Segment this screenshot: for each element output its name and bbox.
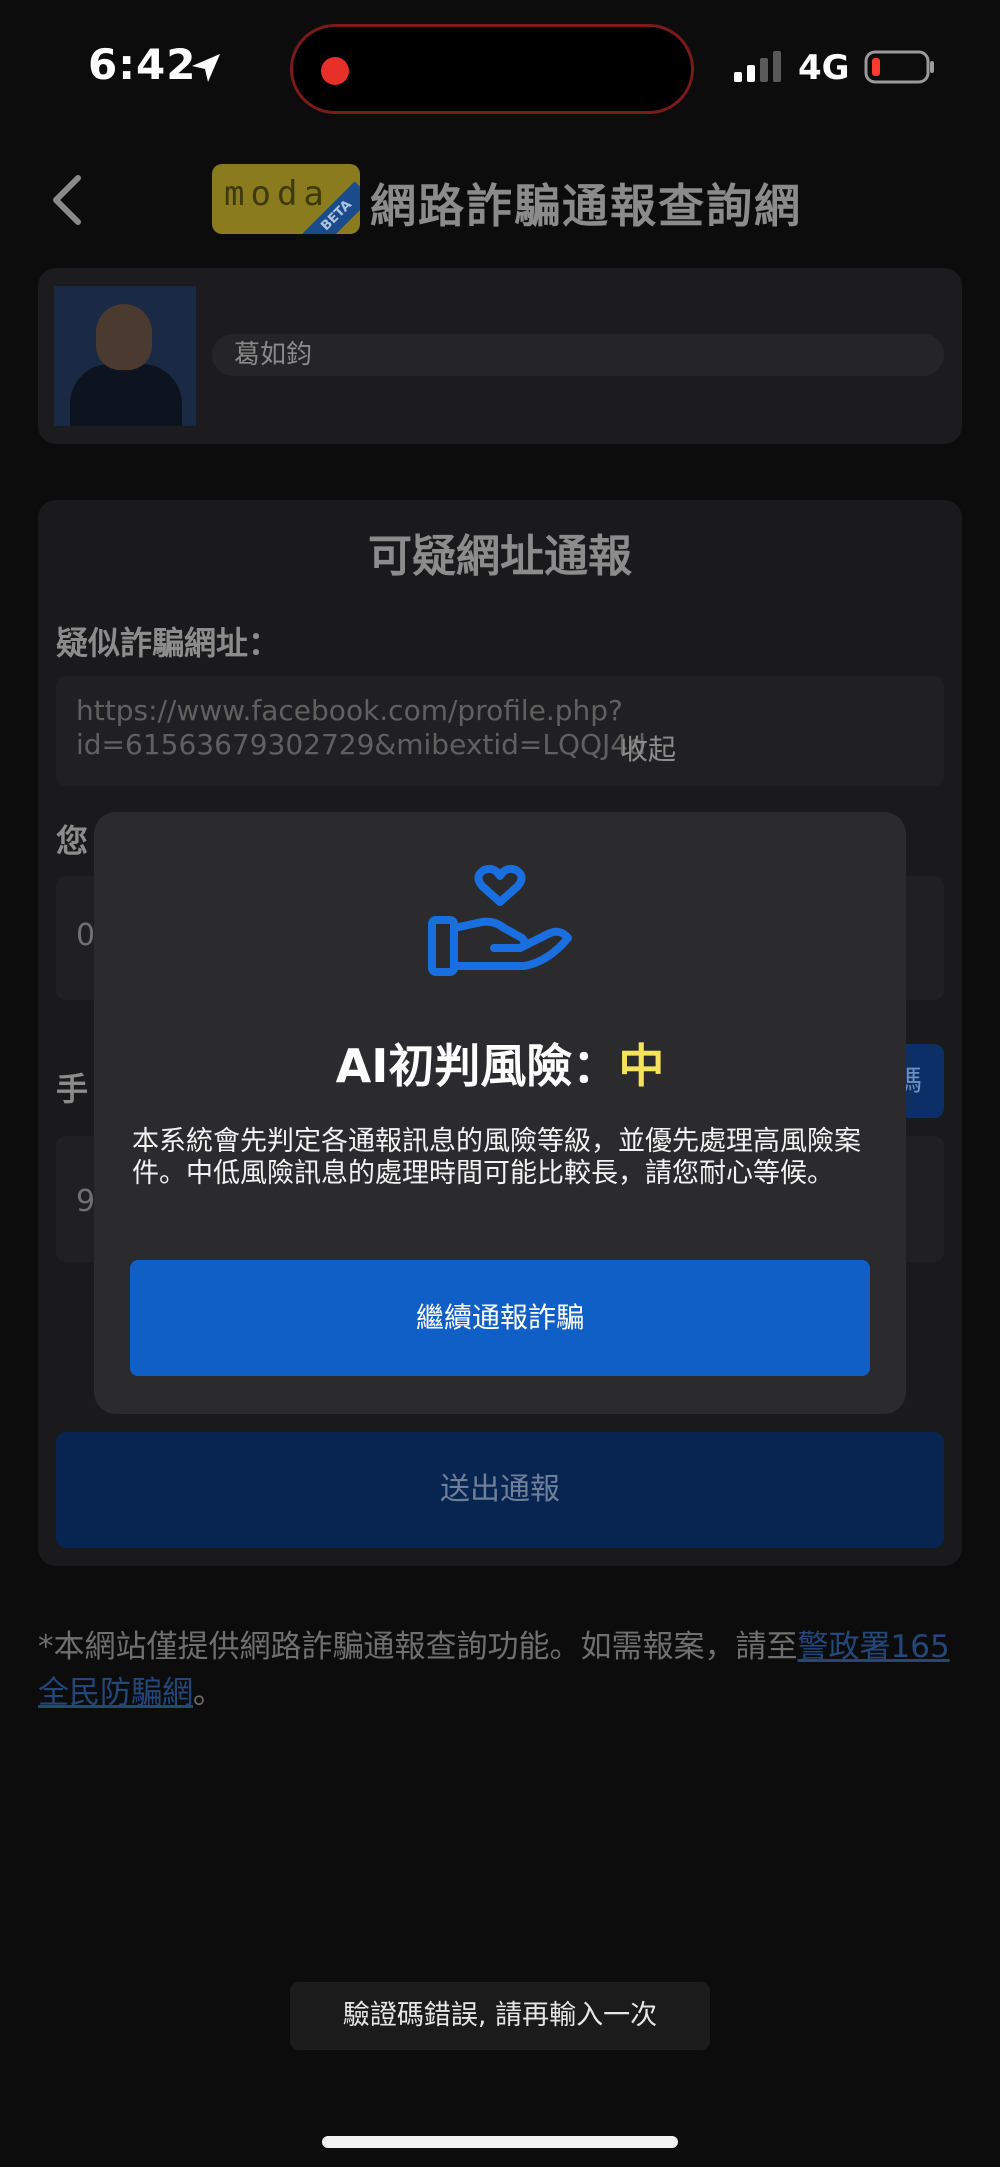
disclaimer-text: *本網站僅提供網路詐騙通報查詢功能。如需報案，請至 [38, 1629, 798, 1665]
status-time: 6:42 [88, 40, 197, 89]
network-type: 4G [798, 48, 850, 88]
input-value-obscured-1: 0 [76, 918, 96, 953]
input-value-obscured-2: 9 [76, 1184, 96, 1219]
logo-text: moda [224, 174, 330, 214]
risk-level: 中 [618, 1039, 665, 1093]
form-title: 可疑網址通報 [368, 531, 632, 582]
profile-name-field[interactable]: 葛如鈞 [212, 334, 944, 376]
home-indicator[interactable] [322, 2136, 678, 2148]
collapse-link[interactable]: 收起 [620, 728, 676, 768]
dialog-title-prefix: AI初判風險： [335, 1039, 619, 1093]
field-label-obscured-1: 您 [56, 822, 89, 860]
url-label: 疑似詐騙網址： [56, 624, 281, 662]
disclaimer: *本網站僅提供網路詐騙通報查詢功能。如需報案，請至警政署165全民防騙網。 [38, 1624, 958, 1716]
continue-report-button[interactable]: 繼續通報詐騙 [130, 1260, 870, 1376]
error-toast: 驗證碼錯誤, 請再輸入一次 [290, 1982, 710, 2050]
submit-report-button[interactable]: 送出通報 [56, 1432, 944, 1548]
back-chevron-icon[interactable] [44, 170, 88, 230]
page-title: 網路詐騙通報查詢網 [370, 179, 802, 233]
signal-bars-icon [734, 51, 781, 82]
dialog-message: 本系統會先判定各通報訊息的風險等級，並優先處理高風險案件。中低風險訊息的處理時間… [132, 1126, 861, 1189]
moda-logo: moda BETA [212, 164, 360, 234]
url-value: https://www.facebook.com/profile.php?id=… [76, 694, 646, 761]
screen: moda BETA 網路詐騙通報查詢網 葛如鈞 可疑網址通報 疑似詐騙網址： h… [0, 0, 1000, 2167]
dialog-title: AI初判風險：中 [0, 1030, 1000, 1096]
location-arrow-icon [192, 54, 220, 82]
avatar [54, 286, 196, 426]
hand-heart-icon [428, 864, 572, 976]
battery-low-icon [864, 50, 934, 84]
recording-indicator [321, 57, 349, 85]
disclaimer-suffix: 。 [193, 1675, 224, 1711]
dynamic-island [290, 24, 694, 114]
